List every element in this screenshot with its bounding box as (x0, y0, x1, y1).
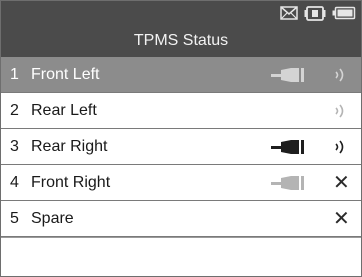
sensor-name: Rear Left (31, 102, 97, 119)
vehicle-connector-icon (304, 6, 326, 21)
sensor-row-front-left[interactable]: 1 Front Left (1, 57, 361, 93)
sensor-name: Front Left (31, 66, 100, 83)
sensor-row-front-right[interactable]: 4 Front Right ✕ (1, 165, 361, 201)
sensor-row-rear-right[interactable]: 3 Rear Right (1, 129, 361, 165)
no-signal-icon: ✕ (333, 208, 350, 230)
tpms-sensor-icon (271, 67, 311, 88)
signal-icon (333, 65, 347, 90)
sensor-index: 2 (10, 102, 19, 119)
signal-icon (333, 101, 347, 126)
sensor-row-spare[interactable]: 5 Spare ✕ (1, 201, 361, 237)
sensor-index: 5 (10, 210, 19, 227)
sensor-name: Spare (31, 210, 74, 227)
envelope-icon (280, 6, 298, 20)
sensor-name: Front Right (31, 174, 111, 191)
sensor-index: 3 (10, 138, 19, 155)
header-bar: TPMS Status (1, 1, 361, 57)
signal-icon (333, 137, 347, 162)
no-signal-icon: ✕ (333, 172, 350, 194)
sensor-index: 1 (10, 66, 19, 83)
page-title: TPMS Status (133, 32, 229, 49)
tpms-sensor-icon (271, 139, 311, 160)
sensor-name: Rear Right (31, 138, 108, 155)
divider (1, 237, 361, 238)
sensor-index: 4 (10, 174, 19, 191)
tpms-screen: TPMS Status 1 Front Left 2 Rear Left 3 Rear R… (0, 0, 362, 277)
tpms-sensor-icon (271, 175, 311, 196)
sensor-row-rear-left[interactable]: 2 Rear Left (1, 93, 361, 129)
battery-icon (332, 6, 356, 20)
